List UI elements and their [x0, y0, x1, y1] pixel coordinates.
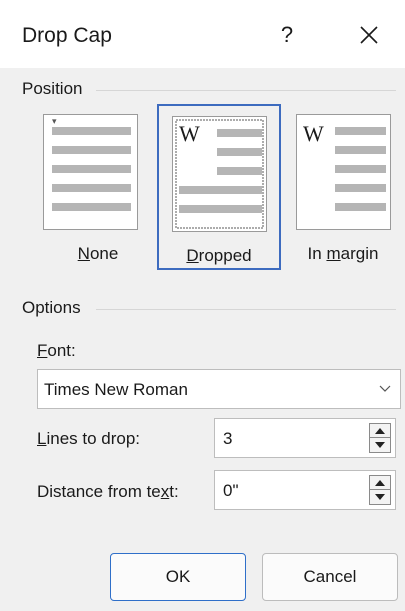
distance-from-text-label: Distance from text: [37, 482, 179, 501]
position-option-in-margin[interactable]: W In margin [281, 104, 405, 270]
title-bar: Drop Cap ? [0, 0, 405, 68]
caret-up-icon [375, 428, 385, 434]
in-margin-label-prefix: In [307, 244, 327, 263]
distance-from-text-spinner[interactable]: 0" [214, 470, 396, 510]
font-label-rest: ont: [47, 341, 76, 360]
none-label-rest: one [89, 244, 119, 263]
lines-increment-button[interactable] [369, 423, 391, 438]
caret-down-icon [375, 493, 385, 500]
close-button[interactable] [352, 18, 386, 52]
svg-text:▾: ▾ [52, 116, 57, 126]
position-option-none[interactable]: ▾ None [36, 104, 160, 270]
lines-label-rest: ines to drop: [46, 429, 141, 448]
distance-label-prefix: Distance from te [37, 482, 161, 501]
position-group-divider [96, 90, 396, 91]
dropped-preview: W [172, 116, 267, 232]
in-margin-preview-letter: W [303, 121, 324, 146]
close-icon [360, 26, 378, 44]
ok-button[interactable]: OK [110, 553, 246, 601]
dropped-option-label: Dropped [186, 246, 252, 265]
distance-from-text-value: 0" [223, 481, 239, 500]
cancel-button[interactable]: Cancel [262, 553, 398, 601]
caret-down-icon [375, 441, 385, 448]
lines-to-drop-spinner[interactable]: 3 [214, 418, 396, 458]
in-margin-option-label: In margin [307, 244, 379, 263]
in-margin-label-rest: argin [340, 244, 379, 263]
options-group-divider [96, 309, 396, 310]
chevron-down-icon[interactable] [378, 381, 392, 400]
font-label: Font: [37, 341, 76, 360]
distance-increment-button[interactable] [369, 475, 391, 490]
distance-spinner-arrows [369, 475, 391, 505]
dropped-preview-letter: W [179, 121, 200, 146]
lines-decrement-button[interactable] [369, 438, 391, 453]
dropped-label-rest: ropped [198, 246, 252, 265]
in-margin-preview: W [296, 114, 391, 230]
position-group-label: Position [22, 79, 89, 99]
distance-label-rest: t: [169, 482, 179, 501]
caret-up-icon [375, 480, 385, 486]
none-option-label: None [77, 244, 119, 263]
lines-to-drop-value: 3 [223, 429, 233, 448]
options-group-label: Options [22, 298, 87, 318]
font-select-value: Times New Roman [44, 380, 188, 399]
position-option-dropped[interactable]: W Dropped [157, 104, 281, 270]
none-preview: ▾ [43, 114, 138, 230]
distance-decrement-button[interactable] [369, 490, 391, 505]
help-button[interactable]: ? [272, 18, 302, 52]
dialog-title: Drop Cap [22, 24, 112, 47]
font-select[interactable]: Times New Roman [37, 369, 401, 409]
lines-spinner-arrows [369, 423, 391, 453]
lines-to-drop-label: Lines to drop: [37, 429, 141, 448]
